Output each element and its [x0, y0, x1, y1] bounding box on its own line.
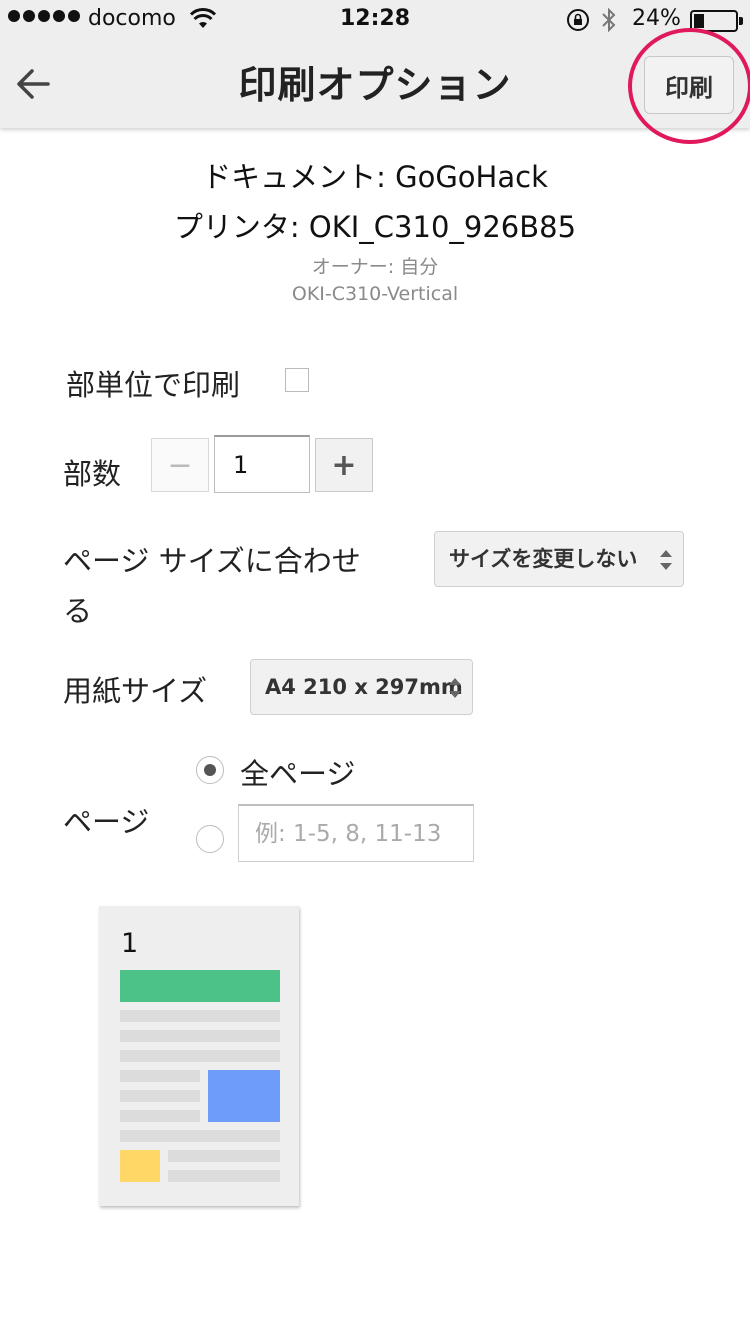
preview-text-line — [120, 1090, 200, 1102]
pages-range-radio[interactable] — [196, 825, 224, 853]
status-bar: docomo 12:28 24% — [0, 0, 750, 40]
fit-to-page-label-line1: ページ サイズに合わせ — [63, 544, 361, 578]
preview-header-block — [120, 970, 280, 1002]
preview-image-block — [208, 1070, 280, 1122]
battery-percent: 24% — [632, 6, 681, 31]
preview-text-line — [120, 1130, 280, 1142]
preview-text-line — [120, 1010, 280, 1022]
page-preview: 1 — [99, 906, 299, 1206]
paper-size-select[interactable]: A4 210 x 297mm — [250, 659, 473, 715]
pages-all-label: 全ページ — [240, 757, 356, 791]
paper-size-label: 用紙サイズ — [63, 674, 208, 708]
select-arrows-icon — [449, 678, 461, 698]
preview-thumbnail-block — [120, 1150, 160, 1182]
preview-text-line — [168, 1170, 280, 1182]
copies-input[interactable]: 1 — [214, 435, 310, 493]
document-name: ドキュメント: GoGoHack — [202, 160, 548, 194]
select-arrows-icon — [660, 550, 672, 570]
battery-icon — [690, 10, 743, 32]
pages-label: ページ — [63, 805, 150, 839]
copies-increment-button[interactable]: + — [315, 438, 373, 492]
printer-model: OKI-C310-Vertical — [291, 283, 459, 305]
print-button[interactable]: 印刷 — [644, 56, 734, 114]
copies-label: 部数 — [63, 457, 122, 491]
rotation-lock-icon — [567, 9, 589, 31]
header: 印刷オプション 印刷 — [0, 40, 750, 128]
page-title: 印刷オプション — [238, 63, 512, 107]
preview-text-line — [120, 1050, 280, 1062]
printer-owner: オーナー: 自分 — [311, 256, 439, 278]
preview-page-number: 1 — [121, 928, 139, 959]
bluetooth-icon — [602, 7, 616, 33]
fit-to-page-value: サイズを変更しない — [449, 547, 638, 571]
preview-text-line — [120, 1110, 200, 1122]
top-bar: docomo 12:28 24% 印刷オプション 印刷 — [0, 0, 750, 128]
preview-text-line — [120, 1070, 200, 1082]
pages-range-input[interactable]: 例: 1-5, 8, 11-13 — [238, 804, 474, 862]
printer-name: プリンタ: OKI_C310_926B85 — [173, 210, 577, 244]
copies-decrement-button[interactable]: − — [151, 438, 209, 492]
pages-all-radio[interactable] — [196, 756, 224, 784]
collate-label: 部単位で印刷 — [66, 368, 241, 402]
collate-checkbox[interactable] — [285, 368, 309, 392]
paper-size-value: A4 210 x 297mm — [265, 675, 463, 699]
preview-text-line — [168, 1150, 280, 1162]
fit-to-page-select[interactable]: サイズを変更しない — [434, 531, 684, 587]
preview-text-line — [120, 1030, 280, 1042]
fit-to-page-label-line2: る — [63, 594, 93, 628]
